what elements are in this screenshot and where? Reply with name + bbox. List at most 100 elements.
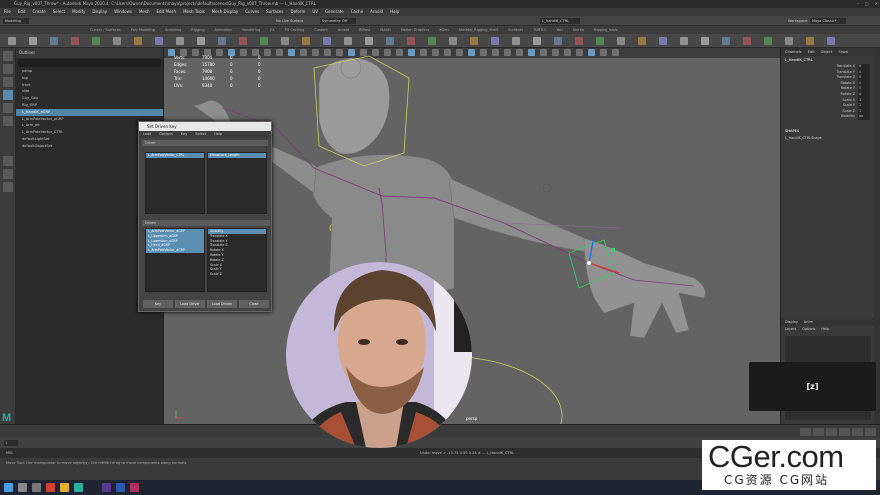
shelf-tool-icon[interactable] (470, 37, 478, 45)
outliner-item[interactable]: side (16, 88, 163, 95)
channel-attr-value[interactable]: on (858, 114, 870, 120)
outliner-item[interactable]: Rig_GRP (16, 102, 163, 109)
layout-single-icon[interactable] (3, 156, 13, 166)
list-item[interactable]: ElbowLock_Length (208, 153, 266, 158)
shelf-tab[interactable]: Poly Modeling (131, 26, 155, 34)
shelf-tab[interactable]: TURTLE (533, 26, 546, 34)
channel-tab[interactable]: Show (838, 48, 848, 56)
channel-tab[interactable]: Object (821, 48, 833, 56)
menu-mesh-tools[interactable]: Mesh Tools (183, 8, 205, 16)
shelf-tab[interactable]: Motion Graphics (401, 26, 429, 34)
scale-tool-icon[interactable] (3, 116, 13, 126)
shelf-tool-icon[interactable] (785, 37, 793, 45)
dialog-menu-item[interactable]: Help (214, 131, 222, 138)
live-surface-label[interactable]: No Live Surface (276, 18, 303, 24)
shelf-tool-icon[interactable] (638, 37, 646, 45)
shelf-tool-icon[interactable] (701, 37, 709, 45)
shelf-tool-icon[interactable] (281, 37, 289, 45)
shelf-tool-icon[interactable] (155, 37, 163, 45)
photoshop-icon[interactable] (116, 483, 125, 492)
menu-cache[interactable]: Cache (351, 8, 363, 16)
menu-mesh[interactable]: Mesh (139, 8, 150, 16)
select-tool-icon[interactable] (3, 51, 13, 61)
shelf-tool-icon[interactable] (50, 37, 58, 45)
shelf-tab[interactable]: Stereo (573, 26, 584, 34)
shelf-tool-icon[interactable] (806, 37, 814, 45)
shelf-tool-icon[interactable] (554, 37, 562, 45)
dialog-button-load-driven[interactable]: Load Driven (207, 300, 237, 308)
channel-attr-row[interactable]: Visibility on (781, 114, 874, 120)
menu-surfaces[interactable]: Surfaces (266, 8, 283, 16)
menu-generate[interactable]: Generate (325, 8, 344, 16)
dialog-menu-item[interactable]: Select (195, 131, 206, 138)
shelf-tool-icon[interactable] (596, 37, 604, 45)
channel-tab[interactable]: Channels (785, 48, 802, 56)
shelf-tool-icon[interactable] (617, 37, 625, 45)
go-start-icon[interactable] (800, 428, 811, 436)
menu-select[interactable]: Select (53, 8, 65, 16)
paint-select-icon[interactable] (3, 77, 13, 87)
dialog-button-close[interactable]: Close (239, 300, 269, 308)
target-field[interactable]: L_HandIK_CTRL (540, 18, 580, 24)
shelf-tab[interactable]: Skeletal_Rigging_Shelf (459, 26, 498, 34)
shelf-tool-icon[interactable] (659, 37, 667, 45)
shelf-tab[interactable]: Yeti (556, 26, 562, 34)
menu-curves[interactable]: Curves (245, 8, 259, 16)
step-forward-icon[interactable] (852, 428, 863, 436)
explorer-icon[interactable] (60, 483, 69, 492)
list-item[interactable]: Scale Z (208, 272, 266, 277)
dialog-menu-item[interactable]: Load (143, 131, 151, 138)
command-language[interactable]: MEL (6, 451, 13, 455)
shelf-tool-icon[interactable] (449, 37, 457, 45)
shelf-tab[interactable]: Sculpting (165, 26, 181, 34)
layer-tab[interactable]: Anim (804, 318, 813, 326)
layer-menu-item[interactable]: Options (802, 326, 815, 333)
minimize-icon[interactable]: – (857, 0, 859, 8)
driven-attr-list[interactable]: Visibility Translate X Translate Y Translat… (207, 228, 267, 292)
shelf-tool-icon[interactable] (827, 37, 835, 45)
play-back-icon[interactable] (826, 428, 837, 436)
shelf-tool-icon[interactable] (260, 37, 268, 45)
driver-object-list[interactable]: L_ArmPoleVector_CTRL (145, 152, 205, 214)
maximize-icon[interactable]: □ (865, 0, 869, 8)
layer-tab[interactable]: Display (785, 318, 798, 326)
dialog-menu-item[interactable]: Key (181, 131, 187, 138)
shelf-tool-icon[interactable] (29, 37, 37, 45)
playback-controls[interactable] (800, 428, 876, 436)
shelf-tool-icon[interactable] (365, 37, 373, 45)
layer-menu-item[interactable]: Layers (785, 326, 796, 333)
shelf-tool-icon[interactable] (512, 37, 520, 45)
shelf-tab[interactable]: Animation (215, 26, 233, 34)
shelf-tool-icon[interactable] (8, 37, 16, 45)
shelf-tab[interactable]: Bifrost (359, 26, 370, 34)
shelf-tool-icon[interactable] (71, 37, 79, 45)
shelf-tool-icon[interactable] (386, 37, 394, 45)
shelf-tab[interactable]: Rigging (191, 26, 204, 34)
shelf-tab[interactable]: MASH (380, 26, 390, 34)
shelf-tool-icon[interactable] (113, 37, 121, 45)
outliner-item[interactable]: Guy_Geo (16, 95, 163, 102)
shelf-tab[interactable]: Surfaces (508, 26, 523, 34)
shelf-tab[interactable]: Rendering (242, 26, 260, 34)
premiere-icon[interactable] (102, 483, 111, 492)
shelf-tab[interactable]: FX Caching (285, 26, 305, 34)
shelf-tool-icon[interactable] (722, 37, 730, 45)
shelf-tool-icon[interactable] (344, 37, 352, 45)
mode-dropdown[interactable]: Modeling (3, 18, 29, 24)
time-slider[interactable] (0, 424, 880, 438)
menu-windows[interactable]: Windows (114, 8, 132, 16)
shelf-tool-icon[interactable] (680, 37, 688, 45)
shelf-tool-icon[interactable] (92, 37, 100, 45)
shelf-tool-icon[interactable] (302, 37, 310, 45)
workspace-dropdown[interactable]: Maya Classic* (810, 18, 846, 24)
range-start-field[interactable]: 1 (4, 440, 18, 446)
outliner-item[interactable]: persp (16, 68, 163, 75)
dialog-button-key[interactable]: Key (143, 300, 173, 308)
shelf-tab[interactable]: Custom (314, 26, 327, 34)
maya-task-icon[interactable] (74, 483, 83, 492)
windows-start-icon[interactable] (4, 483, 13, 492)
close-icon[interactable]: × (875, 0, 878, 8)
move-tool-icon[interactable] (3, 90, 13, 100)
dialog-button-load-driver[interactable]: Load Driver (175, 300, 205, 308)
channel-tab[interactable]: Edit (808, 48, 815, 56)
